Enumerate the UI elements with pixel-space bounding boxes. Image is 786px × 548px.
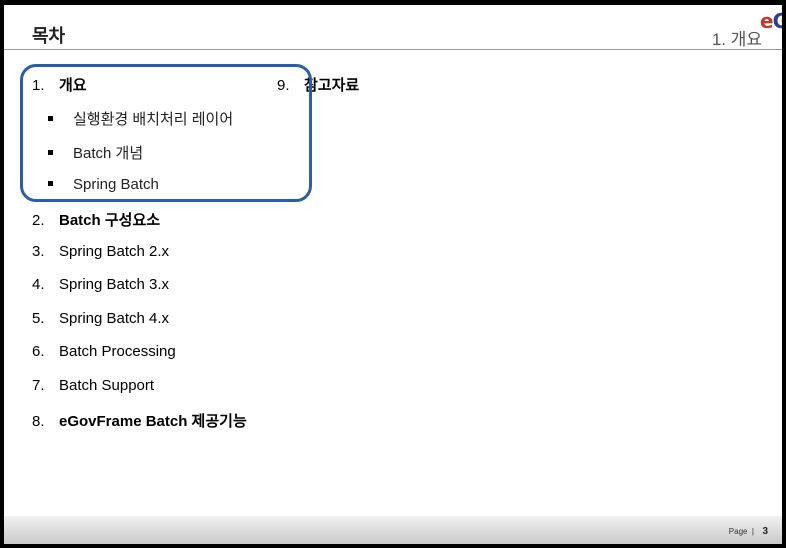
toc-item-5: 5. Spring Batch 4.x <box>32 310 169 327</box>
toc-number: 7. <box>32 377 45 394</box>
toc-label: Batch Processing <box>59 343 176 360</box>
logo-letter-g: G <box>772 9 782 33</box>
toc-label: Batch 구성요소 <box>59 212 161 229</box>
toc-number: 6. <box>32 343 45 360</box>
section-label: 1. 개요 <box>711 30 762 49</box>
page-number: 3 <box>762 526 768 537</box>
page-title: 목차 <box>32 26 66 46</box>
toc-item-3: 3. Spring Batch 2.x <box>32 243 169 260</box>
toc-number: 8. <box>32 413 45 430</box>
footer-bar: Page | 3 <box>4 516 782 544</box>
toc-number: 5. <box>32 310 45 327</box>
toc-label: Batch Support <box>59 377 155 394</box>
logo-letter-e: e <box>760 9 774 33</box>
toc-item-7: 7. Batch Support <box>32 377 154 394</box>
toc-label: Spring Batch 4.x <box>59 310 170 327</box>
toc-label: Spring Batch 2.x <box>59 243 170 260</box>
toc-label: Spring Batch 3.x <box>59 276 170 293</box>
toc-number: 2. <box>32 212 45 229</box>
footer-page-label: Page | <box>728 527 754 536</box>
toc-number: 4. <box>32 276 45 293</box>
egov-logo: eG <box>760 9 782 33</box>
toc-item-6: 6. Batch Processing <box>32 343 176 360</box>
toc-label: 참고자료 <box>304 77 360 94</box>
highlight-annotation <box>20 64 312 202</box>
slide: 목차 1. 개요 eG 1. 개요 실행환경 배치처리 레이어 Batch 개념 … <box>4 5 782 544</box>
toc-item-8: 8. eGovFrame Batch 제공기능 <box>32 410 247 431</box>
toc-item-4: 4. Spring Batch 3.x <box>32 276 169 293</box>
toc-label: eGovFrame Batch 제공기능 <box>59 413 247 430</box>
header-divider <box>4 49 782 50</box>
toc-number: 3. <box>32 243 45 260</box>
toc-item-2: 2. Batch 구성요소 <box>32 209 160 230</box>
